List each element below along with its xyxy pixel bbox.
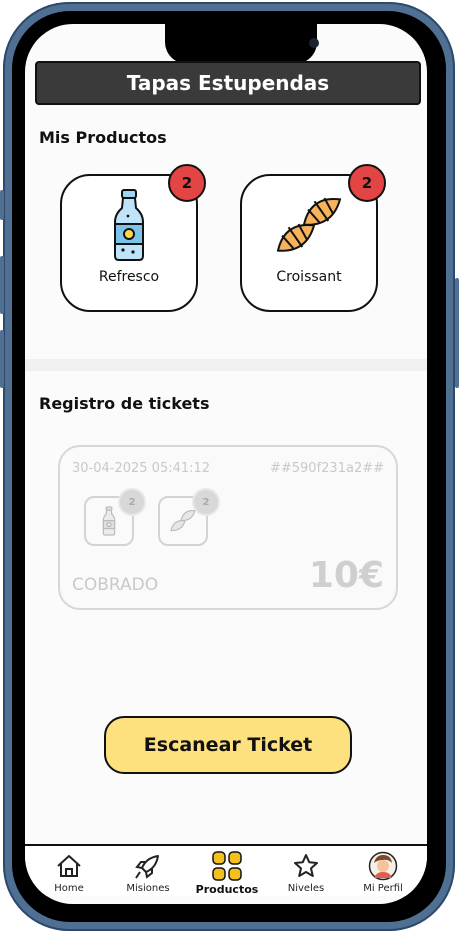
product-card-refresco[interactable]: Refresco 2: [60, 164, 206, 312]
home-icon: [55, 850, 83, 882]
tab-misiones[interactable]: Misiones: [108, 850, 188, 898]
camera-icon: [309, 38, 319, 48]
ticket-status: COBRADO: [72, 575, 159, 595]
products-section-title: Mis Productos: [39, 128, 167, 147]
tab-label: Niveles: [287, 883, 325, 894]
tab-productos[interactable]: Productos: [187, 850, 267, 898]
tab-label: Productos: [195, 883, 259, 896]
ticket-product-count-badge: 2: [118, 488, 146, 516]
notch: [165, 24, 319, 64]
section-divider: [25, 359, 427, 371]
product-label: Croissant: [276, 269, 342, 285]
croissant-icon: [242, 190, 376, 262]
ticket-amount: 10€: [308, 555, 384, 596]
star-icon: [292, 850, 320, 882]
product-card-croissant[interactable]: Croissant 2: [240, 164, 386, 312]
product-label: Refresco: [98, 269, 160, 285]
tab-niveles[interactable]: Niveles: [266, 850, 346, 898]
volume-down-button: [0, 330, 4, 388]
grid-icon: [211, 850, 243, 882]
app-screen: Tapas Estupendas Mis Productos Refresco …: [25, 24, 427, 904]
tab-label: Home: [54, 883, 84, 894]
volume-up-button: [0, 256, 4, 314]
ticket-card[interactable]: 30-04-2025 05:41:12 ##590f231a2## 2 2 CO…: [58, 445, 398, 610]
ticket-id: ##590f231a2##: [269, 461, 384, 476]
rocket-icon: [134, 850, 162, 882]
tab-label: Misiones: [126, 883, 170, 894]
scan-ticket-button[interactable]: Escanear Ticket: [104, 716, 352, 774]
mute-switch: [0, 190, 4, 220]
tab-home[interactable]: Home: [29, 850, 109, 898]
tickets-section-title: Registro de tickets: [39, 394, 210, 413]
soda-bottle-icon: [102, 506, 116, 536]
croissant-icon: [170, 510, 196, 532]
tab-label: Mi Perfil: [363, 883, 403, 894]
bottom-tab-bar: Home Misiones Productos Niveles Mi Perfi…: [25, 844, 427, 896]
app-header: Tapas Estupendas: [35, 61, 421, 105]
ticket-date: 30-04-2025 05:41:12: [72, 461, 211, 476]
ticket-product-count-badge: 2: [192, 488, 220, 516]
product-count-badge: 2: [168, 164, 206, 202]
power-button: [455, 278, 459, 388]
product-count-badge: 2: [348, 164, 386, 202]
ticket-product-croissant: 2: [158, 488, 220, 546]
app-title: Tapas Estupendas: [126, 71, 330, 95]
soda-bottle-icon: [62, 188, 196, 262]
avatar-icon: [368, 850, 398, 882]
tab-mi-perfil[interactable]: Mi Perfil: [343, 850, 423, 898]
ticket-product-refresco: 2: [84, 488, 146, 546]
